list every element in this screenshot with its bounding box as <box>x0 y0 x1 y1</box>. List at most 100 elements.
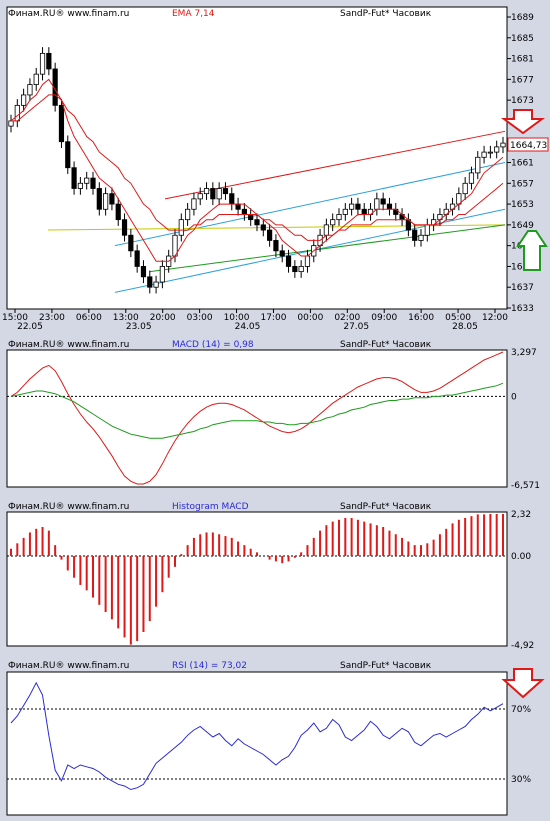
candle-body <box>241 208 247 215</box>
candle-body <box>487 151 493 154</box>
price-panel <box>6 6 508 310</box>
candle-body <box>304 255 311 267</box>
macd-instrument-label: SandP-Fut* Часовик <box>340 340 432 350</box>
candle-body <box>424 224 430 236</box>
candle-body <box>222 188 229 195</box>
candle-body <box>267 229 273 241</box>
histogram-panel <box>6 511 508 647</box>
candle-body <box>412 229 418 241</box>
candle-body <box>298 266 304 273</box>
hist-instrument-label: SandP-Fut* Часовик <box>340 502 432 512</box>
candle-body <box>27 84 33 96</box>
candle-body <box>285 255 292 267</box>
y-tick-label: 1681 <box>511 55 534 65</box>
candle-body <box>153 281 159 288</box>
candle-body <box>468 172 475 184</box>
down-arrow-icon <box>501 668 545 699</box>
last-price-tag: 1664,73 <box>507 137 549 152</box>
x-tick-label: 16:00 <box>408 313 434 323</box>
candle-body <box>197 193 203 200</box>
candle-body <box>159 266 165 283</box>
candle-body <box>292 266 298 273</box>
candle-body <box>58 104 65 143</box>
candle-body <box>418 234 424 241</box>
y-tick-label: 1661 <box>511 159 534 169</box>
x-tick-label: 09:00 <box>371 313 397 323</box>
candle-body <box>279 250 285 257</box>
y-tick-label: 1673 <box>511 96 534 106</box>
candle-body <box>39 52 46 75</box>
candle-body <box>216 188 222 200</box>
candle-body <box>121 219 128 236</box>
date-label: 23.05 <box>126 322 152 332</box>
y-tick-label: 3,297 <box>511 348 537 358</box>
candle-body <box>323 224 329 236</box>
candle-body <box>134 250 140 267</box>
candle-body <box>336 214 342 221</box>
candle-body <box>185 208 191 221</box>
date-label: 27.05 <box>343 322 369 332</box>
candle-body <box>273 240 279 252</box>
y-tick-label: 1677 <box>511 75 534 85</box>
candle-body <box>260 224 266 231</box>
y-tick-label: 1649 <box>511 221 534 231</box>
candle-body <box>254 219 260 226</box>
candle-body <box>71 167 77 189</box>
candle-body <box>386 203 393 210</box>
macd-source-label: Финам.RU® www.finam.ru <box>8 340 129 350</box>
date-label: 22.05 <box>17 322 43 332</box>
candle-body <box>500 142 506 148</box>
last-price-label: 1664,73 <box>510 141 547 151</box>
candle-body <box>481 151 487 158</box>
chart-stack: Финам.RU® www.finam.ru EMA 7,14 SandP-Fu… <box>2 6 549 816</box>
x-tick-label: 12:00 <box>482 313 508 323</box>
y-tick-label: 2,32 <box>511 510 531 520</box>
rsi-panel <box>6 671 508 816</box>
x-tick-label: 03:00 <box>187 313 213 323</box>
rsi-instrument-label: SandP-Fut* Часовик <box>340 661 432 671</box>
price-source-label: Финам.RU® www.finam.ru <box>8 9 129 19</box>
price-instrument-label: SandP-Fut* Часовик <box>340 9 432 19</box>
candle-body <box>14 104 20 122</box>
y-tick-label: 1689 <box>511 13 534 23</box>
hist-source-label: Финам.RU® www.finam.ru <box>8 502 129 512</box>
candle-body <box>109 193 115 205</box>
hist-title: Histogram MACD <box>172 502 249 512</box>
candle-body <box>140 266 147 278</box>
candle-body <box>203 188 210 195</box>
candle-body <box>374 198 380 210</box>
candle-body <box>147 276 153 288</box>
price-title: EMA 7,14 <box>172 9 215 19</box>
candle-body <box>235 203 241 210</box>
x-tick-label: 20:00 <box>150 313 176 323</box>
candle-body <box>355 203 361 210</box>
candle-body <box>8 120 14 127</box>
candle-body <box>21 94 27 106</box>
y-tick-label: 70% <box>511 705 531 715</box>
y-tick-label: 0 <box>511 392 517 402</box>
candle-body <box>494 146 500 153</box>
rsi-title: RSI (14) = 73,02 <box>172 661 247 671</box>
candle-body <box>33 73 39 85</box>
candle-body <box>248 214 254 221</box>
date-label: 24.05 <box>235 322 261 332</box>
y-tick-label: -6,571 <box>511 481 540 491</box>
y-tick-label: 1657 <box>511 179 534 189</box>
candle-body <box>96 188 102 210</box>
candle-body <box>103 193 109 210</box>
x-tick-label: 00:00 <box>297 313 323 323</box>
rsi-source-label: Финам.RU® www.finam.ru <box>8 661 129 671</box>
x-tick-label: 06:00 <box>76 313 102 323</box>
candle-body <box>229 193 235 205</box>
candle-body <box>90 177 96 189</box>
macd-title: MACD (14) = 0,98 <box>172 340 254 350</box>
candle-body <box>475 156 481 174</box>
candle-body <box>65 141 71 169</box>
y-tick-label: 1633 <box>511 304 534 314</box>
candle-body <box>361 208 367 215</box>
candle-body <box>462 182 468 195</box>
down-arrow-icon <box>500 109 546 135</box>
price-x-axis: 15:00 23:00 06:00 13:00 20:00 03:00 10:00 17:00… <box>2 309 508 332</box>
candle-body <box>77 182 83 189</box>
candle-body <box>210 188 216 200</box>
